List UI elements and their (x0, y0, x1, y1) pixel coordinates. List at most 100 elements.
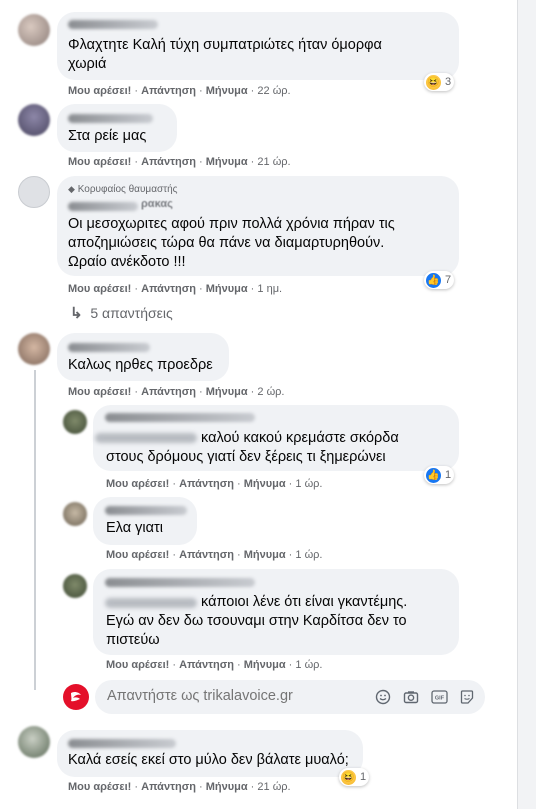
view-replies-link[interactable]: ↳ 5 απαντήσεις (70, 304, 173, 322)
message-link[interactable]: Μήνυμα (206, 85, 248, 97)
like-link[interactable]: Μου αρέσει! (106, 549, 169, 561)
like-link[interactable]: Μου αρέσει! (106, 478, 169, 490)
message-link[interactable]: Μήνυμα (244, 659, 286, 671)
like-reaction-icon: 👍 (426, 272, 441, 288)
avatar[interactable] (18, 176, 50, 208)
sticker-icon[interactable] (457, 687, 477, 707)
comment-text: Στα ρείε μας (68, 128, 147, 144)
logo-icon (71, 691, 81, 702)
reaction-count[interactable]: 👍 7 (424, 271, 455, 289)
comment-text: κάποιοι λένε ότι είναι γκαντέμης. (201, 594, 408, 610)
author-name[interactable] (68, 343, 150, 352)
reaction-count[interactable]: 😆 1 (339, 768, 370, 786)
reply-box[interactable]: GIF (95, 680, 485, 714)
message-link[interactable]: Μήνυμα (244, 478, 286, 490)
smile-icon[interactable] (373, 687, 393, 707)
comment-text: χωριά (68, 56, 107, 72)
comment-actions: Μου αρέσει! · Απάντηση · Μήνυμα · 1 ώρ. (106, 659, 323, 671)
svg-text:GIF: GIF (434, 696, 444, 702)
comment-text: πιστεύω (106, 632, 160, 648)
avatar[interactable] (63, 410, 87, 434)
scrollbar[interactable] (517, 0, 536, 809)
comment-actions: Μου αρέσει! · Απάντηση · Μήνυμα · 1 ημ. (68, 283, 283, 295)
message-link[interactable]: Μήνυμα (206, 386, 248, 398)
reaction-number: 1 (445, 469, 452, 481)
avatar[interactable] (18, 333, 50, 365)
author-name[interactable] (68, 739, 176, 748)
like-link[interactable]: Μου αρέσει! (106, 659, 169, 671)
comment-actions: Μου αρέσει! · Απάντηση · Μήνυμα · 21 ώρ. (68, 781, 291, 793)
like-reaction-icon: 👍 (426, 467, 441, 483)
comment-text: Ωραίο ανέκδοτο !!! (68, 254, 186, 270)
comment-text: στους δρόμους γιατί δεν ξέρεις τι ξημερώ… (106, 449, 386, 465)
author-name-tail[interactable]: ρακας (141, 198, 173, 210)
reply-link[interactable]: Απάντηση (179, 659, 234, 671)
comment-text: Φλαχτητε Καλή τύχη συμπατριώτες ήταν όμο… (68, 37, 382, 53)
comment-actions: Μου αρέσει! · Απάντηση · Μήνυμα · 1 ώρ. (106, 549, 323, 561)
avatar[interactable] (18, 14, 50, 46)
author-name[interactable] (68, 202, 138, 211)
reply-link[interactable]: Απάντηση (141, 781, 196, 793)
page-avatar[interactable] (63, 684, 89, 710)
haha-reaction-icon: 😆 (341, 769, 356, 785)
message-link[interactable]: Μήνυμα (244, 549, 286, 561)
like-link[interactable]: Μου αρέσει! (68, 156, 131, 168)
message-link[interactable]: Μήνυμα (206, 781, 248, 793)
like-link[interactable]: Μου αρέσει! (68, 85, 131, 97)
author-name[interactable] (68, 114, 153, 123)
reaction-number: 3 (445, 76, 452, 88)
reply-link[interactable]: Απάντηση (141, 85, 196, 97)
comment-text: αποζημιώσεις τώρα θα πάνε να διαμαρτυρηθ… (68, 235, 385, 251)
reply-link[interactable]: Απάντηση (141, 283, 196, 295)
timestamp[interactable]: 21 ώρ. (257, 781, 290, 793)
haha-reaction-icon: 😆 (426, 74, 441, 90)
diamond-icon: ◆ (68, 184, 75, 194)
author-name[interactable] (68, 20, 158, 29)
author-name[interactable] (105, 413, 255, 422)
reply-link[interactable]: Απάντηση (179, 549, 234, 561)
reply-link[interactable]: Απάντηση (141, 156, 196, 168)
top-fan-badge: ◆ Κορυφαίος θαυμαστής (68, 184, 177, 195)
timestamp[interactable]: 1 ημ. (257, 283, 282, 295)
reaction-number: 1 (360, 771, 367, 783)
avatar[interactable] (63, 574, 87, 598)
timestamp[interactable]: 21 ώρ. (257, 156, 290, 168)
timestamp[interactable]: 1 ώρ. (295, 549, 322, 561)
comment-actions: Μου αρέσει! · Απάντηση · Μήνυμα · 21 ώρ. (68, 156, 291, 168)
timestamp[interactable]: 22 ώρ. (257, 85, 290, 97)
mention-tag[interactable] (95, 433, 197, 443)
avatar[interactable] (18, 104, 50, 136)
avatar[interactable] (63, 502, 87, 526)
comment-actions: Μου αρέσει! · Απάντηση · Μήνυμα · 1 ώρ. (106, 478, 323, 490)
message-link[interactable]: Μήνυμα (206, 283, 248, 295)
reply-input[interactable] (105, 687, 369, 705)
like-link[interactable]: Μου αρέσει! (68, 781, 131, 793)
comment-text: Καλως ηρθες προεδρε (68, 357, 213, 373)
timestamp[interactable]: 1 ώρ. (295, 478, 322, 490)
author-name[interactable] (105, 506, 187, 515)
comment-actions: Μου αρέσει! · Απάντηση · Μήνυμα · 22 ώρ. (68, 85, 291, 97)
reply-link[interactable]: Απάντηση (141, 386, 196, 398)
comment-text: Οι μεσοχωριτες αφού πριν πολλά χρόνια πή… (68, 216, 395, 232)
like-link[interactable]: Μου αρέσει! (68, 283, 131, 295)
comment-text: καλού κακού κρεμάστε σκόρδα (201, 430, 399, 446)
reply-link[interactable]: Απάντηση (179, 478, 234, 490)
timestamp[interactable]: 2 ώρ. (257, 386, 284, 398)
message-link[interactable]: Μήνυμα (206, 156, 248, 168)
reaction-count[interactable]: 😆 3 (424, 73, 455, 91)
author-name[interactable] (105, 578, 255, 587)
reaction-count[interactable]: 👍 1 (424, 466, 455, 484)
camera-icon[interactable] (401, 687, 421, 707)
timestamp[interactable]: 1 ώρ. (295, 659, 322, 671)
thread-line (34, 370, 36, 690)
comment-actions: Μου αρέσει! · Απάντηση · Μήνυμα · 2 ώρ. (68, 386, 285, 398)
avatar[interactable] (18, 726, 50, 758)
replies-count-label: 5 απαντήσεις (90, 305, 173, 321)
gif-icon[interactable]: GIF (429, 687, 449, 707)
comment-text: Ελα γιατι (106, 520, 163, 536)
badge-label: Κορυφαίος θαυμαστής (77, 184, 178, 195)
reaction-number: 7 (445, 274, 452, 286)
like-link[interactable]: Μου αρέσει! (68, 386, 131, 398)
comment-text: Εγώ αν δεν δω τσουναμι στην Καρδίτσα δεν… (106, 613, 407, 629)
mention-tag[interactable] (105, 598, 197, 608)
